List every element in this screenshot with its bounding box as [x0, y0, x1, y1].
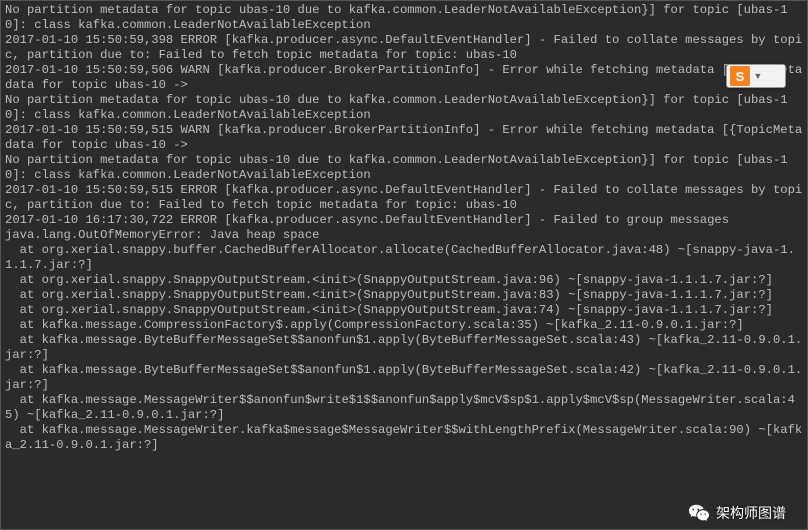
log-line: 2017-01-10 15:50:59,515 WARN [kafka.prod…: [5, 123, 802, 152]
chevron-down-icon: ▼: [753, 71, 763, 81]
log-line: at org.xerial.snappy.buffer.CachedBuffer…: [5, 243, 795, 272]
log-line: at kafka.message.MessageWriter.kafka$mes…: [5, 423, 802, 452]
ime-indicator[interactable]: S ▼: [726, 64, 786, 88]
log-line: 2017-01-10 15:50:59,506 WARN [kafka.prod…: [5, 63, 802, 92]
log-line: java.lang.OutOfMemoryError: Java heap sp…: [5, 228, 320, 242]
log-line: at org.xerial.snappy.SnappyOutputStream.…: [5, 303, 773, 317]
wechat-icon: [688, 502, 710, 524]
log-line: 2017-01-10 15:50:59,398 ERROR [kafka.pro…: [5, 33, 802, 62]
terminal-output[interactable]: No partition metadata for topic ubas-10 …: [0, 0, 808, 530]
watermark-text: 架构师图谱: [716, 503, 786, 523]
log-line: No partition metadata for topic ubas-10 …: [5, 3, 788, 32]
log-line: 2017-01-10 16:17:30,722 ERROR [kafka.pro…: [5, 213, 729, 227]
log-line: No partition metadata for topic ubas-10 …: [5, 93, 788, 122]
log-line: at org.xerial.snappy.SnappyOutputStream.…: [5, 273, 773, 287]
ime-letter-icon: S: [730, 66, 750, 86]
log-line: at kafka.message.ByteBufferMessageSet$$a…: [5, 363, 802, 392]
log-line: No partition metadata for topic ubas-10 …: [5, 153, 788, 182]
log-line: at kafka.message.CompressionFactory$.app…: [5, 318, 744, 332]
log-line: at kafka.message.ByteBufferMessageSet$$a…: [5, 333, 802, 362]
log-line: 2017-01-10 15:50:59,515 ERROR [kafka.pro…: [5, 183, 802, 212]
watermark: 架构师图谱: [688, 502, 786, 524]
log-line: at kafka.message.MessageWriter$$anonfun$…: [5, 393, 795, 422]
log-line: at org.xerial.snappy.SnappyOutputStream.…: [5, 288, 773, 302]
